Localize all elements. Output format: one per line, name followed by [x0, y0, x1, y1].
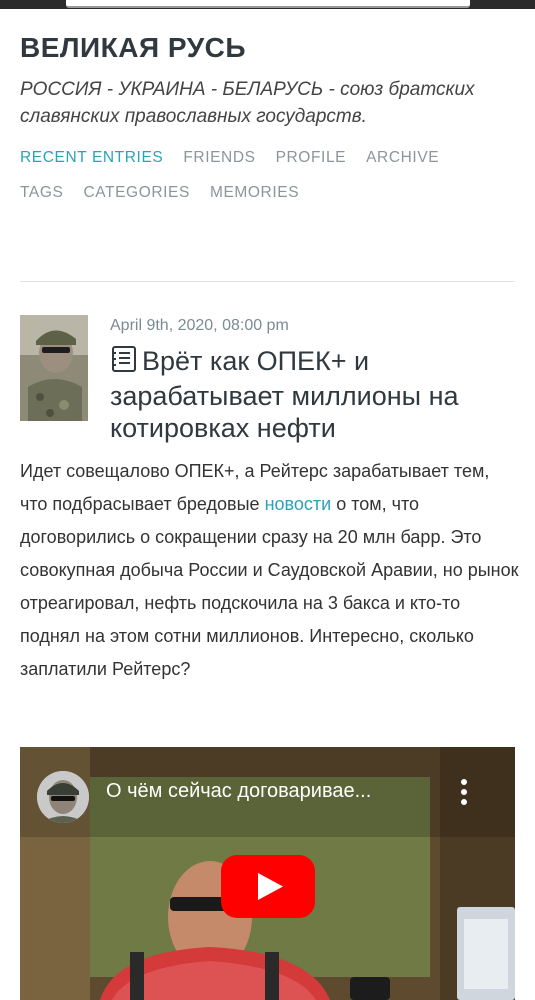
nav-recent-entries[interactable]: RECENT ENTRIES: [20, 149, 163, 166]
header-divider: [20, 281, 515, 282]
video-title[interactable]: О чём сейчас договаривае...: [106, 780, 371, 803]
nav-friends[interactable]: FRIENDS: [183, 149, 255, 166]
post-body-text-continued: о том, что договорились о сокращении сра…: [20, 494, 519, 679]
play-icon: [221, 855, 315, 918]
address-bar[interactable]: [66, 0, 470, 8]
blog-subtitle: РОССИЯ - УКРАИНА - БЕЛАРУСЬ - союз братс…: [20, 79, 475, 127]
video-embed[interactable]: О чём сейчас договаривае...: [20, 747, 515, 1000]
post-body: Идет совещалово ОПЕК+, а Рейтерс зарабат…: [20, 455, 520, 686]
news-link[interactable]: новости: [265, 494, 332, 514]
channel-avatar[interactable]: [37, 771, 89, 823]
blog-title[interactable]: ВЕЛИКАЯ РУСЬ: [20, 32, 246, 64]
nav-row-1: RECENT ENTRIES FRIENDS PROFILE ARCHIVE: [20, 149, 530, 167]
nav-tags[interactable]: TAGS: [20, 184, 63, 201]
nav-memories[interactable]: MEMORIES: [210, 184, 299, 201]
nav-archive[interactable]: ARCHIVE: [366, 149, 439, 166]
post-date[interactable]: April 9th, 2020, 08:00 pm: [110, 317, 289, 335]
author-avatar[interactable]: [20, 315, 88, 421]
nav-categories[interactable]: CATEGORIES: [83, 184, 189, 201]
post-title-text: Врёт как ОПЕК+ и зарабатывает миллионы н…: [110, 346, 459, 443]
nav-row-2: TAGS CATEGORIES MEMORIES: [20, 184, 530, 202]
play-button[interactable]: [221, 855, 315, 918]
browser-top-bar: [0, 0, 535, 9]
post-title[interactable]: Врёт как ОПЕК+ и зарабатывает миллионы н…: [110, 345, 520, 444]
nav-profile[interactable]: PROFILE: [276, 149, 347, 166]
kebab-menu-icon[interactable]: [458, 777, 470, 807]
document-icon: [110, 345, 138, 380]
